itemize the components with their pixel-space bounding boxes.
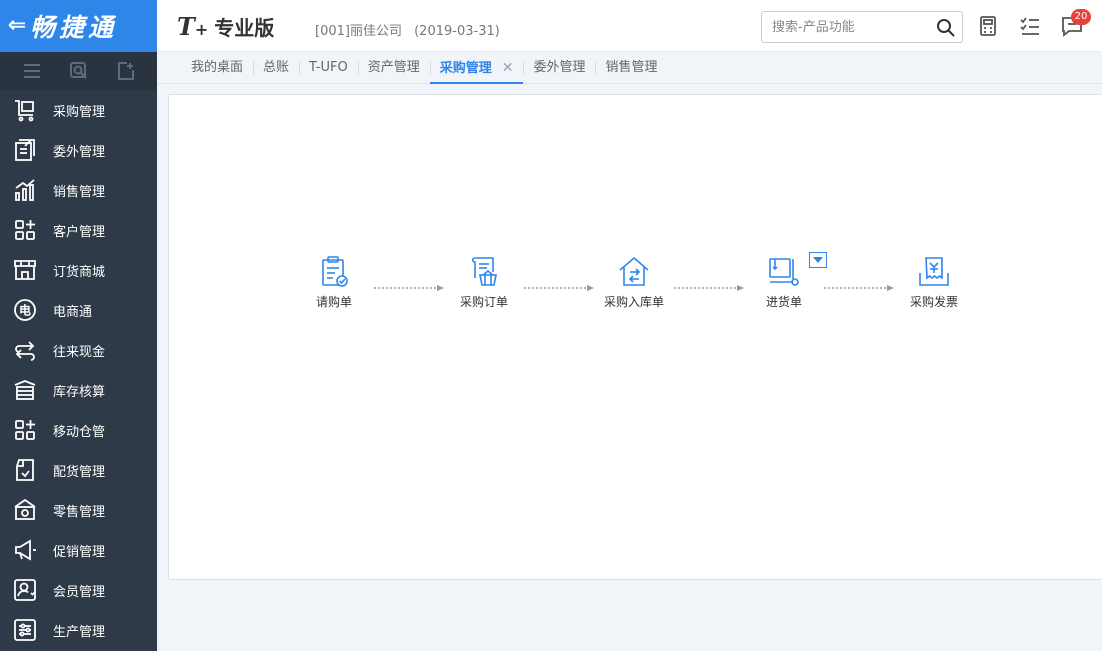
sidebar-item-sales[interactable]: 销售管理 xyxy=(0,170,157,210)
tab-label: 资产管理 xyxy=(367,59,420,75)
tab-label: 采购管理 xyxy=(439,60,492,76)
menu-icon[interactable] xyxy=(22,61,42,81)
sidebar-item-label: 零售管理 xyxy=(53,504,106,520)
sidebar-item-promotion[interactable]: 促销管理 xyxy=(0,530,157,570)
flow-node-warehouse-in[interactable]: 采购入库单 xyxy=(584,255,684,310)
grid-plus-icon xyxy=(12,217,38,243)
tab-label: 委外管理 xyxy=(533,59,586,75)
sidebar-item-order-mall[interactable]: 订货商城 xyxy=(0,250,157,290)
flow-node-label: 采购入库单 xyxy=(603,295,664,309)
sidebar-item-mobile-warehouse[interactable]: 移动仓管 xyxy=(0,410,157,450)
sidebar-item-label: 促销管理 xyxy=(53,544,106,560)
sidebar-item-label: 订货商城 xyxy=(53,264,106,280)
sidebar-item-label: 电商通 xyxy=(53,304,93,320)
sidebar-item-label: 采购管理 xyxy=(53,104,106,120)
tab-outsource-management[interactable]: 委外管理 xyxy=(523,52,595,84)
sidebar-item-purchase[interactable]: 采购管理 xyxy=(0,90,157,130)
sidebar-item-member[interactable]: 会员管理 xyxy=(0,570,157,610)
company-info: [001]丽佳公司 (2019-03-31) xyxy=(315,20,508,39)
flow-node-label: 进货单 xyxy=(765,295,802,309)
sidebar-item-label: 委外管理 xyxy=(53,144,106,160)
tab-label: T-UFO xyxy=(309,59,348,75)
calculator-icon[interactable] xyxy=(976,14,1000,38)
search-doc-icon[interactable] xyxy=(69,61,89,81)
warehouse-in-icon xyxy=(619,256,649,286)
sidebar-menu: 采购管理 委外管理 销售管理 客户管理 订货商城 电 电商通 往来现金 库存核算… xyxy=(0,90,157,650)
sidebar-item-outsource[interactable]: 委外管理 xyxy=(0,130,157,170)
product-edition: 专业版 xyxy=(214,16,275,40)
distribution-icon xyxy=(12,457,38,483)
megaphone-icon xyxy=(12,537,38,563)
invoice-icon xyxy=(919,257,949,286)
purchase-flow-panel: 请购单 采购订单 采购入库单 进货单 采购发票 xyxy=(168,94,1102,580)
sidebar-item-customer[interactable]: 客户管理 xyxy=(0,210,157,250)
tab-sales-management[interactable]: 销售管理 xyxy=(595,52,667,84)
sidebar-item-label: 库存核算 xyxy=(53,384,106,400)
caret-down-icon xyxy=(813,257,823,263)
svg-text:电: 电 xyxy=(19,303,31,318)
notification-badge: 20 xyxy=(1071,9,1091,25)
member-icon xyxy=(12,577,38,603)
tab-label: 销售管理 xyxy=(605,59,658,75)
add-doc-icon[interactable] xyxy=(116,61,136,81)
flow-node-purchase-order[interactable]: 采购订单 xyxy=(434,255,534,310)
exchange-icon xyxy=(12,337,38,363)
top-header: T + 专业版 [001]丽佳公司 (2019-03-31) 20 xyxy=(157,0,1102,52)
tab-label: 我的桌面 xyxy=(191,59,244,75)
production-icon xyxy=(12,617,38,643)
sidebar-item-label: 销售管理 xyxy=(53,184,106,200)
sidebar-item-retail[interactable]: 零售管理 xyxy=(0,490,157,530)
flow-node-requisition[interactable]: 请购单 xyxy=(284,255,384,310)
tab-label: 总账 xyxy=(263,59,290,75)
search-box xyxy=(761,11,963,43)
receipt-dropdown-toggle[interactable] xyxy=(809,252,827,268)
tab-bar: 我的桌面 总账 T-UFO 资产管理 采购管理 ✕ 委外管理 销售管理 xyxy=(157,52,1102,84)
flow-node-label: 请购单 xyxy=(315,295,352,309)
flow-node-invoice[interactable]: 采购发票 xyxy=(884,255,984,310)
sidebar-item-label: 移动仓管 xyxy=(53,424,106,440)
tab-asset-management[interactable]: 资产管理 xyxy=(357,52,430,84)
sidebar-item-label: 配货管理 xyxy=(53,464,106,480)
account-date: (2019-03-31) xyxy=(414,24,500,39)
ecommerce-icon: 电 xyxy=(12,297,38,323)
retail-icon xyxy=(12,497,38,523)
outsource-icon xyxy=(12,137,38,163)
search-icon[interactable] xyxy=(936,18,956,38)
logo-letter: T xyxy=(177,12,195,41)
sidebar-item-inventory[interactable]: 库存核算 xyxy=(0,370,157,410)
product-logo: T + 专业版 xyxy=(177,12,274,41)
sidebar-item-label: 会员管理 xyxy=(53,584,106,600)
sidebar-toolbar xyxy=(0,52,157,90)
sidebar-item-label: 客户管理 xyxy=(53,224,106,240)
company-name: [001]丽佳公司 xyxy=(315,24,402,39)
tab-t-ufo[interactable]: T-UFO xyxy=(299,52,358,84)
search-input[interactable] xyxy=(772,12,937,42)
flow-node-label: 采购订单 xyxy=(459,295,508,309)
purchase-order-icon xyxy=(471,257,497,286)
receipt-icon xyxy=(769,258,799,286)
tab-general-ledger[interactable]: 总账 xyxy=(253,52,299,84)
cart-icon xyxy=(12,97,38,123)
brand-bar: ⇐ 畅捷通 xyxy=(0,0,157,52)
sidebar: ⇐ 畅捷通 采购管理 委外管理 销售管理 客户管理 订货商城 电 电商通 往来现… xyxy=(0,0,157,651)
chart-icon xyxy=(12,177,38,203)
requisition-icon xyxy=(322,256,348,287)
tab-my-desktop[interactable]: 我的桌面 xyxy=(181,52,253,84)
inventory-icon xyxy=(12,377,38,403)
brand-name: 畅捷通 xyxy=(30,13,118,42)
flow-node-label: 采购发票 xyxy=(909,295,958,309)
task-list-icon[interactable] xyxy=(1018,14,1042,38)
sidebar-item-label: 往来现金 xyxy=(53,344,106,360)
back-arrow-icon[interactable]: ⇐ xyxy=(4,0,30,52)
sidebar-item-ecommerce[interactable]: 电 电商通 xyxy=(0,290,157,330)
sidebar-item-production[interactable]: 生产管理 xyxy=(0,610,157,650)
close-icon[interactable]: ✕ xyxy=(502,60,514,76)
sidebar-item-cash[interactable]: 往来现金 xyxy=(0,330,157,370)
store-icon xyxy=(12,257,38,283)
sidebar-item-label: 生产管理 xyxy=(53,624,106,640)
logo-plus: + xyxy=(194,20,209,39)
grid-plus-icon xyxy=(12,417,38,443)
tab-purchase-management[interactable]: 采购管理 ✕ xyxy=(429,52,524,84)
sidebar-item-distribution[interactable]: 配货管理 xyxy=(0,450,157,490)
